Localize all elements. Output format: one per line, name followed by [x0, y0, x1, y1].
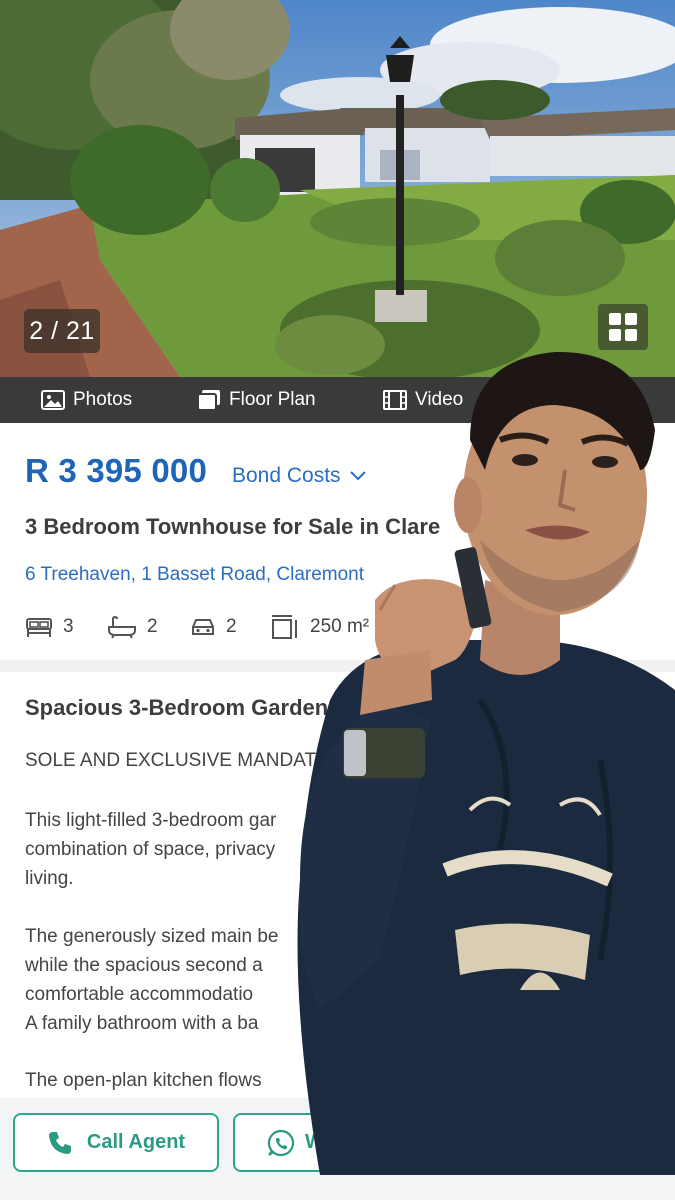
floor-size-value: 250 m²	[310, 616, 370, 637]
tab-video[interactable]: Video	[383, 377, 463, 423]
bond-costs-dropdown[interactable]: Bond Costs	[232, 464, 367, 488]
floor-size-icon	[272, 615, 297, 639]
call-agent-button[interactable]: Call Agent	[13, 1113, 219, 1172]
whatsapp-button[interactable]: W	[233, 1113, 433, 1172]
description-paragraph: The generously sized main be while the s…	[25, 926, 279, 1034]
tab-floor-plan-label: Floor Plan	[229, 389, 316, 410]
whatsapp-label: W	[305, 1131, 324, 1153]
bed-icon	[26, 618, 52, 637]
media-tab-bar: Photos Floor Plan Video	[0, 377, 675, 423]
listing-address-link[interactable]: 6 Treehaven, 1 Basset Road, Claremont	[25, 564, 364, 586]
description-heading: Spacious 3-Bedroom Garden	[25, 695, 329, 720]
bath-icon	[108, 615, 136, 639]
tab-photos-label: Photos	[73, 389, 133, 410]
parking-value: 2	[226, 616, 237, 637]
description-paragraph: The open-plan kitchen flows	[25, 1070, 262, 1091]
tab-video-label: Video	[415, 389, 464, 410]
feature-bedrooms: 3	[25, 612, 74, 642]
section-divider	[0, 660, 675, 672]
grid-icon	[609, 313, 637, 341]
tab-photos[interactable]: Photos	[41, 377, 132, 423]
mandate-text: SOLE AND EXCLUSIVE MANDATE	[25, 750, 329, 771]
image-icon	[41, 390, 65, 410]
bond-costs-label: Bond Costs	[232, 464, 341, 487]
gallery-grid-button[interactable]	[598, 304, 648, 350]
car-icon	[192, 619, 214, 635]
listing-title: 3 Bedroom Townhouse for Sale in Clare	[25, 514, 441, 539]
listing-price: R 3 395 000	[25, 452, 208, 489]
floor-plan-icon	[197, 390, 220, 411]
photo-counter: 2 / 21	[24, 309, 100, 353]
film-icon	[383, 390, 407, 410]
feature-floor-size: 250 m²	[270, 612, 369, 642]
feature-parking: 2	[190, 612, 237, 642]
description-paragraph: This light-filled 3-bedroom gar combinat…	[25, 810, 277, 889]
listing-photo[interactable]	[0, 0, 675, 377]
bedrooms-value: 3	[63, 616, 74, 637]
tab-floor-plan[interactable]: Floor Plan	[197, 377, 316, 423]
feature-bathrooms: 2	[107, 612, 158, 642]
bathrooms-value: 2	[147, 616, 158, 637]
chevron-down-icon	[349, 471, 366, 481]
garden-photo-image	[0, 0, 675, 377]
call-agent-label: Call Agent	[86, 1131, 186, 1153]
whatsapp-icon	[267, 1129, 295, 1156]
phone-icon	[48, 1131, 71, 1154]
